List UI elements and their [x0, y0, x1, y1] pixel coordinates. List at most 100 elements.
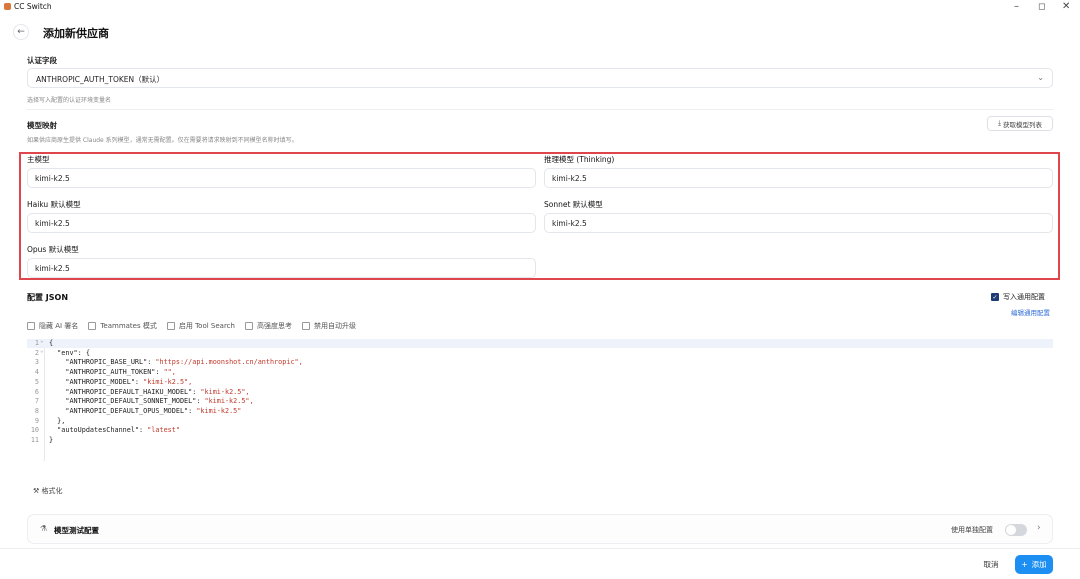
code-line: 3 "ANTHROPIC_BASE_URL": "https://api.moo…	[27, 358, 1053, 367]
auth-field-label: 认证字段	[27, 56, 57, 65]
model-test-config-panel[interactable]: ⚗ 模型测试配置 使用单独配置 ›	[27, 514, 1053, 544]
auth-field-value: ANTHROPIC_AUTH_TOKEN（默认）	[36, 75, 165, 84]
hide-ai-signature-checkbox[interactable]: 隐藏 AI 署名	[27, 321, 78, 331]
add-button-label: 添加	[1031, 560, 1047, 569]
maximize-icon[interactable]: ◻	[1038, 2, 1045, 12]
code-line: 1 ⌄ {	[27, 337, 1053, 348]
plus-icon: +	[1021, 560, 1028, 569]
code-text: "ANTHROPIC_AUTH_TOKEN": "",	[49, 368, 176, 377]
line-number: 7	[34, 397, 39, 406]
fetch-model-list-label: 获取模型列表	[1002, 120, 1042, 129]
line-number: 10	[30, 426, 39, 435]
teammates-mode-checkbox[interactable]: Teammates 模式	[88, 321, 157, 331]
use-separate-config-toggle[interactable]	[1005, 524, 1027, 536]
code-line: 7 "ANTHROPIC_DEFAULT_SONNET_MODEL": "kim…	[27, 397, 1053, 406]
haiku-model-label: Haiku 默认模型	[27, 200, 81, 209]
back-button[interactable]: ←	[13, 24, 29, 40]
line-number: 9	[34, 416, 39, 425]
json-code-editor[interactable]: 1 ⌄{2 ⌄ "env": {3 "ANTHROPIC_BASE_URL": "h…	[27, 337, 1053, 467]
chevron-down-icon: ⌄	[1037, 73, 1044, 82]
write-common-config-checkbox[interactable]: ✓ 写入通用配置	[991, 292, 1045, 302]
option-label: Teammates 模式	[100, 322, 157, 330]
code-line: 4 "ANTHROPIC_AUTH_TOKEN": "",	[27, 368, 1053, 377]
download-icon: ⤓	[998, 119, 1001, 127]
option-label: 禁用自动升级	[313, 322, 356, 330]
high-effort-thinking-checkbox[interactable]: 高强度思考	[244, 321, 292, 331]
close-icon[interactable]: ✕	[1062, 1, 1070, 12]
config-json-label: 配置 JSON	[27, 293, 69, 302]
option-label: 隐藏 AI 署名	[39, 322, 79, 330]
window-title: CC Switch	[14, 2, 52, 11]
option-label: 高强度思考	[256, 322, 292, 330]
line-number: 5	[34, 377, 39, 386]
cancel-button[interactable]: 取消	[976, 556, 1006, 573]
code-text: {	[49, 339, 54, 347]
add-button[interactable]: + 添加	[1015, 555, 1053, 574]
auth-field-select[interactable]: ANTHROPIC_AUTH_TOKEN（默认） ⌄	[27, 68, 1053, 88]
code-line: 2 ⌄ "env": {	[27, 347, 1053, 358]
line-number: 3	[34, 358, 39, 367]
code-text: }	[49, 436, 54, 444]
divider	[27, 109, 1053, 110]
checkbox-checked-icon: ✓	[991, 293, 999, 301]
code-text: "ANTHROPIC_DEFAULT_SONNET_MODEL": "kimi-…	[49, 397, 254, 406]
checkbox-icon	[244, 322, 253, 330]
sonnet-model-label: Sonnet 默认模型	[544, 200, 603, 209]
format-label: 格式化	[41, 487, 63, 495]
code-text: "env": {	[49, 348, 90, 357]
code-line: 6 "ANTHROPIC_DEFAULT_HAIKU_MODEL": "kimi…	[27, 388, 1053, 397]
fold-chevron-icon[interactable]: ⌄	[40, 337, 44, 344]
edit-common-config-link[interactable]: 编辑通用配置	[1011, 307, 1050, 317]
code-line: 5 "ANTHROPIC_MODEL": "kimi-k2.5",	[27, 378, 1053, 387]
code-line: 8 "ANTHROPIC_DEFAULT_OPUS_MODEL": "kimi-…	[27, 407, 1053, 416]
line-number: 11	[30, 436, 39, 444]
arrow-left-icon: ←	[17, 27, 25, 37]
code-text: "ANTHROPIC_BASE_URL": "https://api.moons…	[49, 358, 303, 367]
checkbox-icon	[166, 322, 175, 330]
line-number: 6	[34, 387, 39, 396]
option-label: 启用 Tool Search	[178, 322, 235, 330]
checkbox-icon	[27, 322, 35, 330]
json-options: 隐藏 AI 署名 Teammates 模式 启用 Tool Search 高强度…	[27, 321, 360, 331]
page-title: 添加新供应商	[43, 27, 109, 40]
model-mapping-label: 模型映射	[27, 121, 57, 130]
model-test-config-label: 模型测试配置	[54, 526, 99, 535]
tool-search-checkbox[interactable]: 启用 Tool Search	[166, 321, 235, 331]
minimize-icon[interactable]: –	[1014, 1, 1019, 12]
opus-model-label: Opus 默认模型	[27, 245, 79, 254]
haiku-model-input[interactable]: kimi-k2.5	[27, 213, 536, 233]
app-logo-icon	[4, 3, 11, 10]
code-line: 9 },	[27, 417, 1053, 426]
checkbox-icon	[301, 322, 310, 330]
toggle-knob	[1006, 525, 1016, 535]
line-number: 2	[34, 348, 39, 357]
main-model-label: 主模型	[27, 155, 50, 164]
thinking-model-label: 推理模型 (Thinking)	[544, 155, 615, 164]
fold-chevron-icon[interactable]: ⌄	[40, 347, 44, 354]
magic-wand-icon: ⚒	[33, 487, 40, 495]
code-text: "ANTHROPIC_DEFAULT_HAIKU_MODEL": "kimi-k…	[49, 387, 250, 396]
footer-divider	[0, 548, 1080, 549]
code-text: },	[49, 416, 66, 425]
disable-auto-update-checkbox[interactable]: 禁用自动升级	[301, 321, 356, 331]
chevron-right-icon[interactable]: ›	[1037, 523, 1041, 533]
format-button[interactable]: ⚒ 格式化	[33, 486, 63, 496]
window-titlebar: CC Switch – ◻ ✕	[0, 0, 1080, 14]
code-text: "autoUpdatesChannel": "latest"	[49, 426, 180, 435]
code-line: 10 "autoUpdatesChannel": "latest"	[27, 426, 1053, 435]
sonnet-model-input[interactable]: kimi-k2.5	[544, 213, 1053, 233]
line-number: 8	[34, 406, 39, 415]
main-model-input[interactable]: kimi-k2.5	[27, 168, 536, 188]
model-mapping-hint: 如果供应商原生提供 Claude 系列模型，通常无需配置。仅在需要将请求映射到不…	[27, 137, 298, 144]
auth-field-hint: 选择写入配置的认证环境变量名	[27, 97, 112, 104]
fetch-model-list-button[interactable]: ⤓ 获取模型列表	[987, 116, 1053, 131]
code-text: "ANTHROPIC_DEFAULT_OPUS_MODEL": "kimi-k2…	[49, 406, 242, 415]
thinking-model-input[interactable]: kimi-k2.5	[544, 168, 1053, 188]
code-line: 11}	[27, 436, 1053, 445]
checkbox-icon	[88, 322, 97, 330]
opus-model-input[interactable]: kimi-k2.5	[27, 258, 536, 278]
write-common-config-label: 写入通用配置	[1003, 293, 1045, 301]
flask-icon: ⚗	[40, 524, 48, 533]
page-header: ← 添加新供应商	[0, 18, 1080, 46]
use-separate-config-label: 使用单独配置	[951, 526, 993, 534]
